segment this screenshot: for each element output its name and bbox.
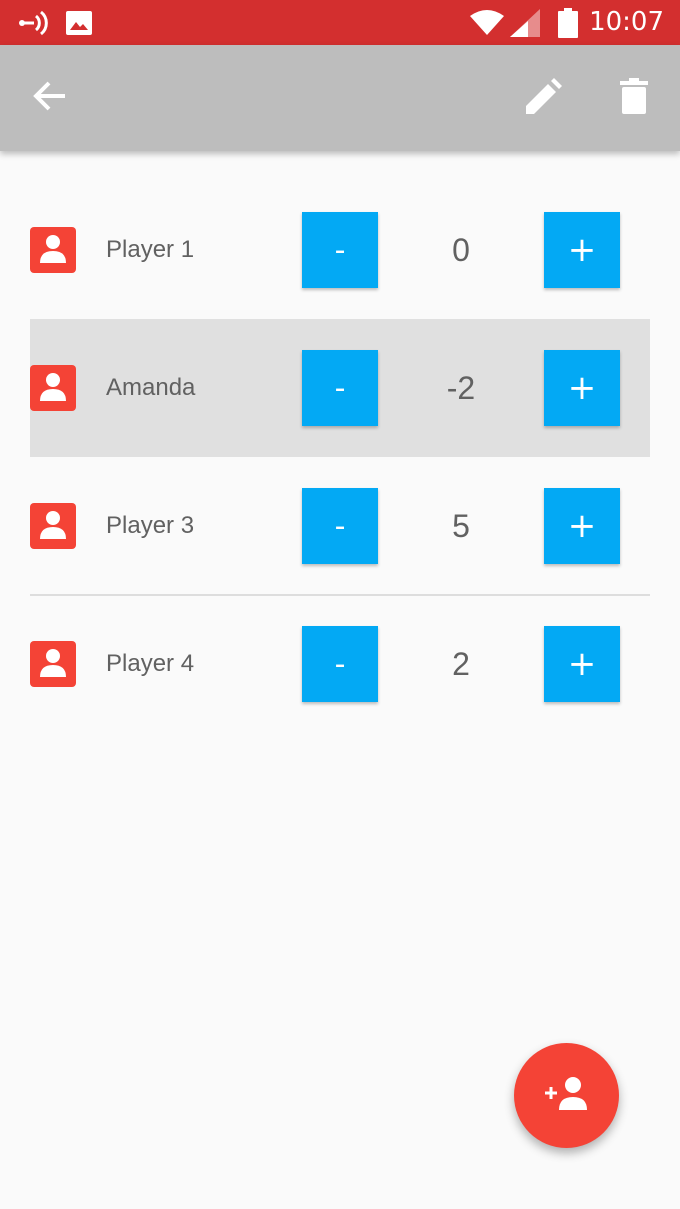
player-list: Player 1 - 0 + Amanda - -2 + Player 3 - …: [30, 181, 650, 733]
increment-button[interactable]: +: [544, 350, 620, 426]
battery-icon: [558, 0, 578, 45]
avatar[interactable]: [30, 641, 76, 687]
player-row[interactable]: Player 3 - 5 +: [30, 457, 650, 596]
delete-button[interactable]: [598, 45, 670, 151]
increment-button[interactable]: +: [544, 626, 620, 702]
decrement-button[interactable]: -: [302, 212, 378, 288]
decrement-button[interactable]: -: [302, 626, 378, 702]
player-name: Amanda: [106, 374, 196, 401]
add-player-fab[interactable]: [514, 1043, 619, 1148]
player-score: 0: [452, 232, 470, 268]
person-icon: [38, 233, 68, 268]
increment-button[interactable]: +: [544, 212, 620, 288]
app-bar: [0, 45, 680, 151]
wifi-icon: [470, 0, 504, 45]
image-icon: [66, 0, 92, 45]
person-icon: [38, 647, 68, 682]
pencil-icon: [526, 77, 562, 119]
player-score: 2: [452, 646, 470, 682]
status-time: 10:07: [589, 7, 664, 37]
avatar[interactable]: [30, 365, 76, 411]
avatar[interactable]: [30, 503, 76, 549]
person-icon: [38, 509, 68, 544]
cast-icon: [18, 0, 50, 45]
player-score: 5: [452, 508, 470, 544]
trash-icon: [620, 77, 648, 119]
player-row[interactable]: Player 1 - 0 +: [30, 181, 650, 319]
player-score: -2: [446, 370, 476, 406]
player-name: Player 1: [106, 236, 195, 263]
edit-button[interactable]: [508, 45, 580, 151]
decrement-button[interactable]: -: [302, 488, 378, 564]
avatar[interactable]: [30, 227, 76, 273]
arrow-back-icon: [33, 81, 67, 116]
player-name: Player 4: [106, 650, 195, 677]
player-name: Player 3: [106, 512, 195, 539]
person-icon: [38, 371, 68, 406]
back-button[interactable]: [14, 45, 86, 151]
player-row[interactable]: Amanda - -2 +: [30, 319, 650, 457]
signal-icon: [510, 0, 540, 45]
add-person-icon: [544, 1076, 590, 1115]
status-bar: 10:07: [0, 0, 680, 45]
player-row[interactable]: Player 4 - 2 +: [30, 595, 650, 733]
increment-button[interactable]: +: [544, 488, 620, 564]
decrement-button[interactable]: -: [302, 350, 378, 426]
